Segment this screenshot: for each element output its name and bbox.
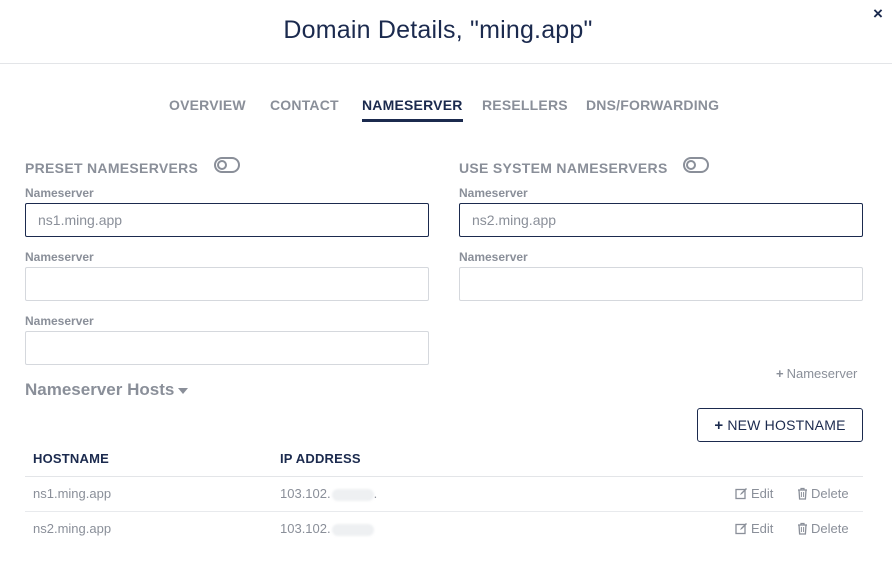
nameserver-label: Nameserver bbox=[25, 186, 94, 200]
toggle-knob bbox=[217, 160, 227, 170]
hostname-cell: ns2.ming.app bbox=[33, 521, 112, 536]
system-nameserver-2-input[interactable] bbox=[459, 267, 863, 301]
edit-button[interactable]: Edit bbox=[735, 521, 773, 536]
new-hostname-label: NEW HOSTNAME bbox=[727, 417, 846, 433]
ip-address-value: 103.102. bbox=[280, 521, 331, 536]
tab-overview[interactable]: OVERVIEW bbox=[169, 96, 246, 122]
close-icon: × bbox=[873, 4, 883, 23]
tab-bar: OVERVIEW CONTACT NAMESERVER RESELLERS DN… bbox=[0, 96, 892, 126]
preset-nameserver-1-input[interactable] bbox=[25, 203, 429, 237]
system-nameservers-title: USE SYSTEM NAMESERVERS bbox=[459, 160, 668, 176]
hosts-table: HOSTNAME IP ADDRESS ns1.ming.app 103.102… bbox=[25, 441, 863, 547]
preset-nameserver-3-input[interactable] bbox=[25, 331, 429, 365]
nameserver-hosts-dropdown[interactable]: Nameserver Hosts bbox=[25, 380, 189, 400]
ip-address-suffix: . bbox=[373, 486, 378, 501]
nameserver-label: Nameserver bbox=[459, 186, 528, 200]
tab-nameserver[interactable]: NAMESERVER bbox=[362, 96, 463, 122]
plus-icon: + bbox=[714, 417, 724, 434]
delete-button[interactable]: Delete bbox=[797, 521, 849, 536]
preset-nameservers-title: PRESET NAMESERVERS bbox=[25, 160, 199, 176]
preset-nameservers-toggle[interactable] bbox=[214, 157, 240, 173]
edit-label: Edit bbox=[751, 486, 774, 501]
nameserver-label: Nameserver bbox=[459, 250, 528, 264]
ip-address-column-header: IP ADDRESS bbox=[280, 451, 361, 466]
add-nameserver-label: Nameserver bbox=[786, 366, 858, 381]
caret-down-icon bbox=[178, 387, 189, 394]
toggle-knob bbox=[686, 160, 696, 170]
ip-address-cell: 103.102.. bbox=[280, 486, 377, 501]
redacted-blur bbox=[331, 523, 374, 536]
edit-label: Edit bbox=[751, 521, 774, 536]
ip-address-cell: 103.102. bbox=[280, 521, 374, 536]
trash-icon bbox=[798, 522, 807, 535]
table-row: ns2.ming.app 103.102. Edit Delete bbox=[25, 512, 863, 547]
add-nameserver-link[interactable]: + Nameserver bbox=[776, 366, 857, 381]
hostname-column-header: HOSTNAME bbox=[33, 451, 109, 466]
nameserver-label: Nameserver bbox=[25, 250, 94, 264]
table-header: HOSTNAME IP ADDRESS bbox=[25, 441, 863, 477]
nameserver-label: Nameserver bbox=[25, 314, 94, 328]
new-hostname-button[interactable]: + NEW HOSTNAME bbox=[697, 408, 863, 442]
preset-nameserver-2-input[interactable] bbox=[25, 267, 429, 301]
ip-address-value: 103.102. bbox=[280, 486, 331, 501]
redacted-blur bbox=[331, 488, 374, 501]
tab-resellers[interactable]: RESELLERS bbox=[482, 96, 568, 122]
plus-icon: + bbox=[776, 366, 784, 381]
close-button[interactable]: × bbox=[869, 4, 887, 24]
tab-contact[interactable]: CONTACT bbox=[270, 96, 339, 122]
table-row: ns1.ming.app 103.102.. Edit Delete bbox=[25, 477, 863, 512]
system-nameserver-1-input[interactable] bbox=[459, 203, 863, 237]
system-nameservers-toggle[interactable] bbox=[683, 157, 709, 173]
edit-icon bbox=[735, 488, 747, 500]
edit-icon bbox=[735, 523, 747, 535]
modal-title: Domain Details, "ming.app" bbox=[283, 16, 593, 44]
edit-button[interactable]: Edit bbox=[735, 486, 773, 501]
hostname-cell: ns1.ming.app bbox=[33, 486, 112, 501]
tab-dns-forwarding[interactable]: DNS/FORWARDING bbox=[586, 96, 719, 122]
modal-header: Domain Details, "ming.app" × bbox=[0, 0, 892, 64]
delete-label: Delete bbox=[811, 521, 849, 536]
delete-label: Delete bbox=[811, 486, 849, 501]
nameserver-hosts-title: Nameserver Hosts bbox=[25, 380, 175, 399]
trash-icon bbox=[798, 487, 807, 500]
delete-button[interactable]: Delete bbox=[797, 486, 849, 501]
